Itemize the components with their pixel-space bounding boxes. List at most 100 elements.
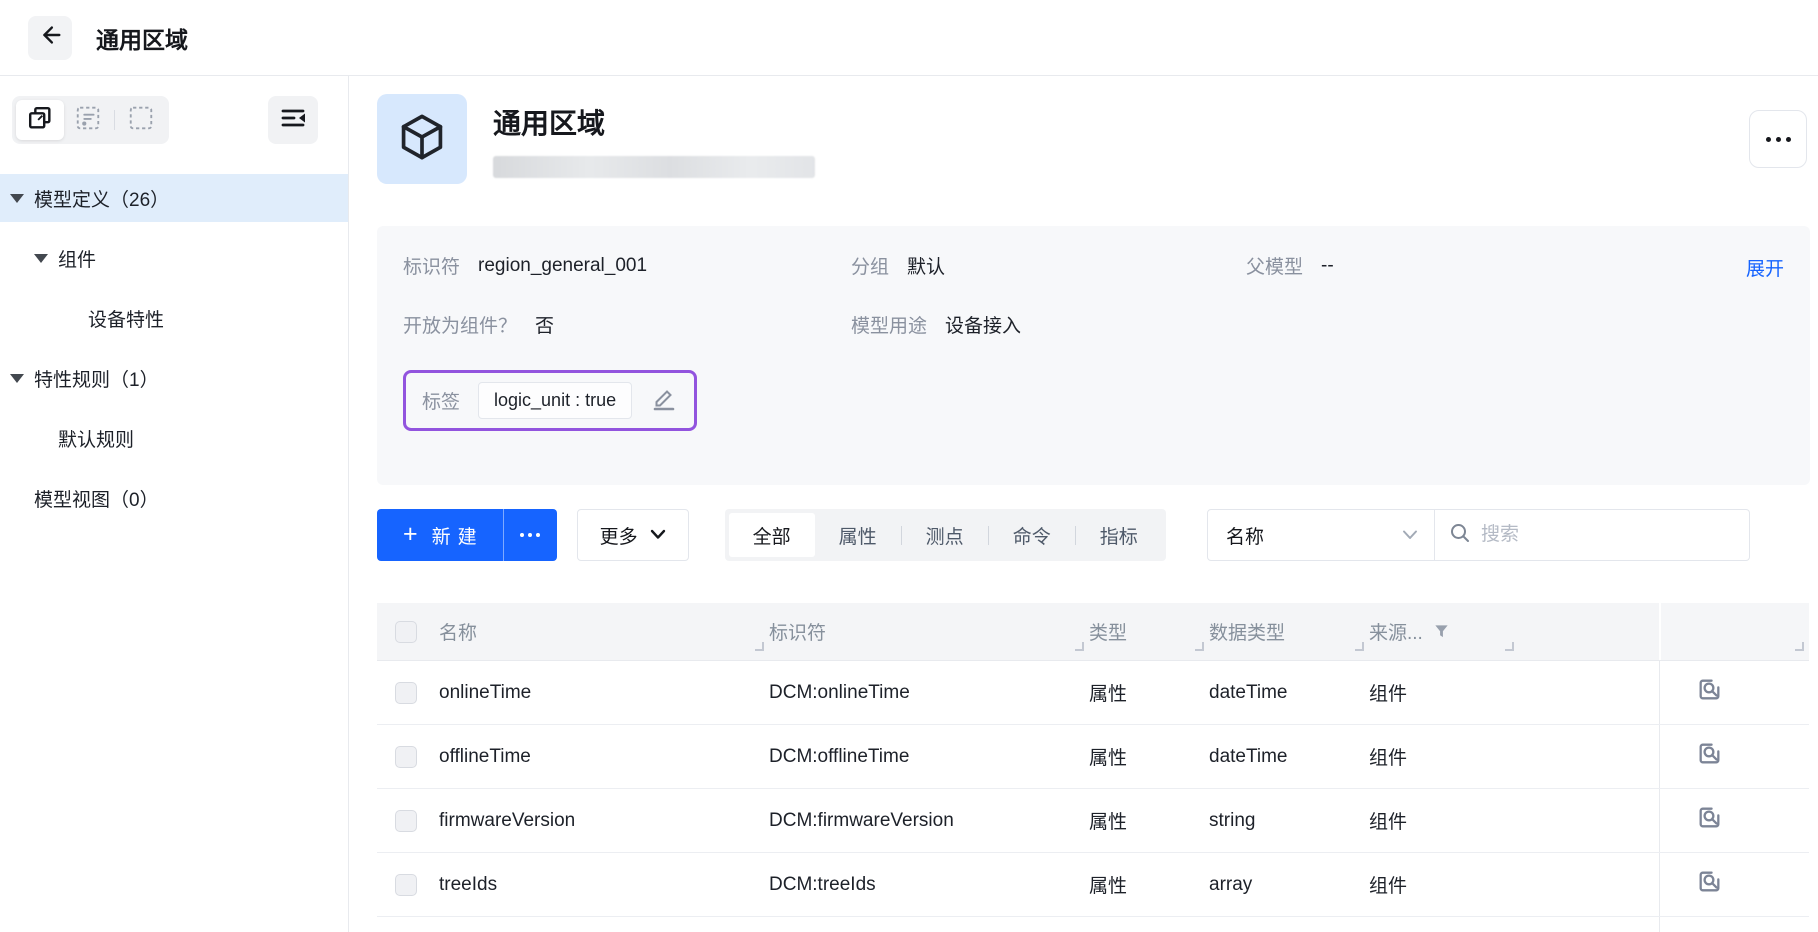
view-detail-button[interactable] xyxy=(1696,740,1723,773)
cell-data-type: dateTime xyxy=(1209,661,1369,724)
table-row[interactable]: onlineTime DCM:onlineTime 属性 dateTime 组件 xyxy=(377,661,1809,725)
cell-identifier: DCM:onlineTime xyxy=(769,661,1089,724)
tree-item-label: 特性规则（1） xyxy=(34,365,159,392)
view-switcher-select-list[interactable] xyxy=(64,100,112,140)
field-label: 开放为组件？ xyxy=(403,311,517,338)
expand-link[interactable]: 展开 xyxy=(1746,254,1784,281)
field-value: -- xyxy=(1321,255,1334,277)
view-switcher-layers[interactable] xyxy=(16,100,64,140)
column-header-type[interactable]: 类型 xyxy=(1089,603,1209,660)
cell-type: 属性 xyxy=(1089,853,1209,916)
field-value: 否 xyxy=(535,311,554,338)
tab-measure-points[interactable]: 测点 xyxy=(902,513,988,557)
table-body: onlineTime DCM:onlineTime 属性 dateTime 组件 xyxy=(377,661,1809,932)
back-button[interactable] xyxy=(28,16,72,60)
field-label: 模型用途 xyxy=(851,311,927,338)
collapse-sidebar-button[interactable] xyxy=(268,96,318,144)
chevron-down-icon xyxy=(650,524,666,546)
plus-icon: + xyxy=(403,522,418,547)
feature-type-tabs: 全部 属性 测点 命令 指标 xyxy=(725,509,1166,561)
column-resize-handle[interactable] xyxy=(1075,642,1084,651)
cell-type: 属性 xyxy=(1089,725,1209,788)
column-resize-handle[interactable] xyxy=(1795,642,1804,651)
row-checkbox[interactable] xyxy=(395,874,417,896)
ellipsis-icon xyxy=(1766,137,1771,142)
cell-data-type: dateTime xyxy=(1209,725,1369,788)
back-arrow-icon xyxy=(37,22,63,53)
row-checkbox[interactable] xyxy=(395,746,417,768)
search-field-value: 名称 xyxy=(1226,522,1264,549)
tab-all[interactable]: 全部 xyxy=(729,513,815,557)
model-title: 通用区域 xyxy=(493,102,815,142)
create-more-button[interactable] xyxy=(503,509,557,561)
cell-type: 属性 xyxy=(1089,917,1209,932)
model-header: 通用区域 xyxy=(377,94,1818,184)
tree-item-model-views[interactable]: 模型视图（0） xyxy=(0,474,348,522)
tree-item-feature-rules[interactable]: 特性规则（1） xyxy=(0,354,348,402)
table-row[interactable]: currentStatus DCM:currentStatus 属性 enum … xyxy=(377,917,1809,932)
column-resize-handle[interactable] xyxy=(1195,642,1204,651)
divider xyxy=(114,110,115,130)
column-header-spacer xyxy=(1519,603,1659,660)
table-row[interactable]: firmwareVersion DCM:firmwareVersion 属性 s… xyxy=(377,789,1809,853)
cell-source: 组件 xyxy=(1369,661,1519,724)
redacted-subtitle xyxy=(493,156,815,178)
cell-source: 组件 xyxy=(1369,725,1519,788)
table-row[interactable]: treeIds DCM:treeIds 属性 array 组件 xyxy=(377,853,1809,917)
more-button-label: 更多 xyxy=(600,522,638,549)
search-input[interactable] xyxy=(1481,524,1735,546)
filter-funnel-icon[interactable] xyxy=(1433,623,1450,640)
cell-name: currentStatus xyxy=(439,917,769,932)
caret-down-icon[interactable] xyxy=(10,374,24,383)
caret-down-icon[interactable] xyxy=(10,194,24,203)
cell-source: 组件 xyxy=(1369,853,1519,916)
tree-item-device-feature[interactable]: 设备特性 xyxy=(0,294,348,342)
view-detail-button[interactable] xyxy=(1696,676,1723,709)
create-button[interactable]: + 新建 xyxy=(377,509,503,561)
tree-item-label: 默认规则 xyxy=(58,425,134,452)
header-more-button[interactable] xyxy=(1749,110,1807,168)
tree-item-model-definition[interactable]: 模型定义（26） xyxy=(0,174,348,222)
cell-source: 组件 xyxy=(1369,789,1519,852)
cell-name: onlineTime xyxy=(439,661,769,724)
field-value: region_general_001 xyxy=(478,255,647,277)
layers-icon xyxy=(26,104,54,137)
column-header-name[interactable]: 名称 xyxy=(439,603,769,660)
column-resize-handle[interactable] xyxy=(1355,642,1364,651)
column-header-source[interactable]: 来源... xyxy=(1369,603,1519,660)
row-checkbox[interactable] xyxy=(395,682,417,704)
column-resize-handle[interactable] xyxy=(755,642,764,651)
search-field-select[interactable]: 名称 xyxy=(1207,509,1435,561)
chevron-down-icon xyxy=(1402,524,1418,546)
view-switcher-empty-select[interactable] xyxy=(117,100,165,140)
tab-commands[interactable]: 命令 xyxy=(989,513,1075,557)
view-detail-button[interactable] xyxy=(1696,804,1723,837)
edit-tags-button[interactable] xyxy=(650,384,678,417)
tab-metrics[interactable]: 指标 xyxy=(1076,513,1162,557)
select-all-checkbox[interactable] xyxy=(395,621,417,643)
column-resize-handle[interactable] xyxy=(1505,642,1514,651)
tree-item-components[interactable]: 组件 xyxy=(0,234,348,282)
more-dropdown-button[interactable]: 更多 xyxy=(577,509,689,561)
caret-down-icon[interactable] xyxy=(34,254,48,263)
column-header-actions xyxy=(1659,603,1809,660)
tag-label: 标签 xyxy=(422,387,460,414)
column-header-identifier[interactable]: 标识符 xyxy=(769,603,1089,660)
tree-item-default-rule[interactable]: 默认规则 xyxy=(0,414,348,462)
dashed-select-icon xyxy=(74,104,102,137)
tab-attributes[interactable]: 属性 xyxy=(815,513,901,557)
table-row[interactable]: offlineTime DCM:offlineTime 属性 dateTime … xyxy=(377,725,1809,789)
row-checkbox[interactable] xyxy=(395,810,417,832)
cell-type: 属性 xyxy=(1089,789,1209,852)
view-detail-button[interactable] xyxy=(1696,868,1723,901)
tag-chip[interactable]: logic_unit : true xyxy=(478,382,632,419)
info-field-open-as-component: 开放为组件？ 否 xyxy=(403,311,851,338)
pencil-icon xyxy=(650,384,678,417)
cell-source: 组件 xyxy=(1369,917,1519,932)
actions-toolbar: + 新建 更多 全部 属性 xyxy=(377,509,1818,561)
field-value: 默认 xyxy=(907,252,945,279)
cell-identifier: DCM:offlineTime xyxy=(769,725,1089,788)
search-icon xyxy=(1449,522,1471,549)
sidebar: 模型定义（26） 组件 设备特性 特性规则（1） 默认规则 xyxy=(0,76,349,932)
column-header-data-type[interactable]: 数据类型 xyxy=(1209,603,1369,660)
